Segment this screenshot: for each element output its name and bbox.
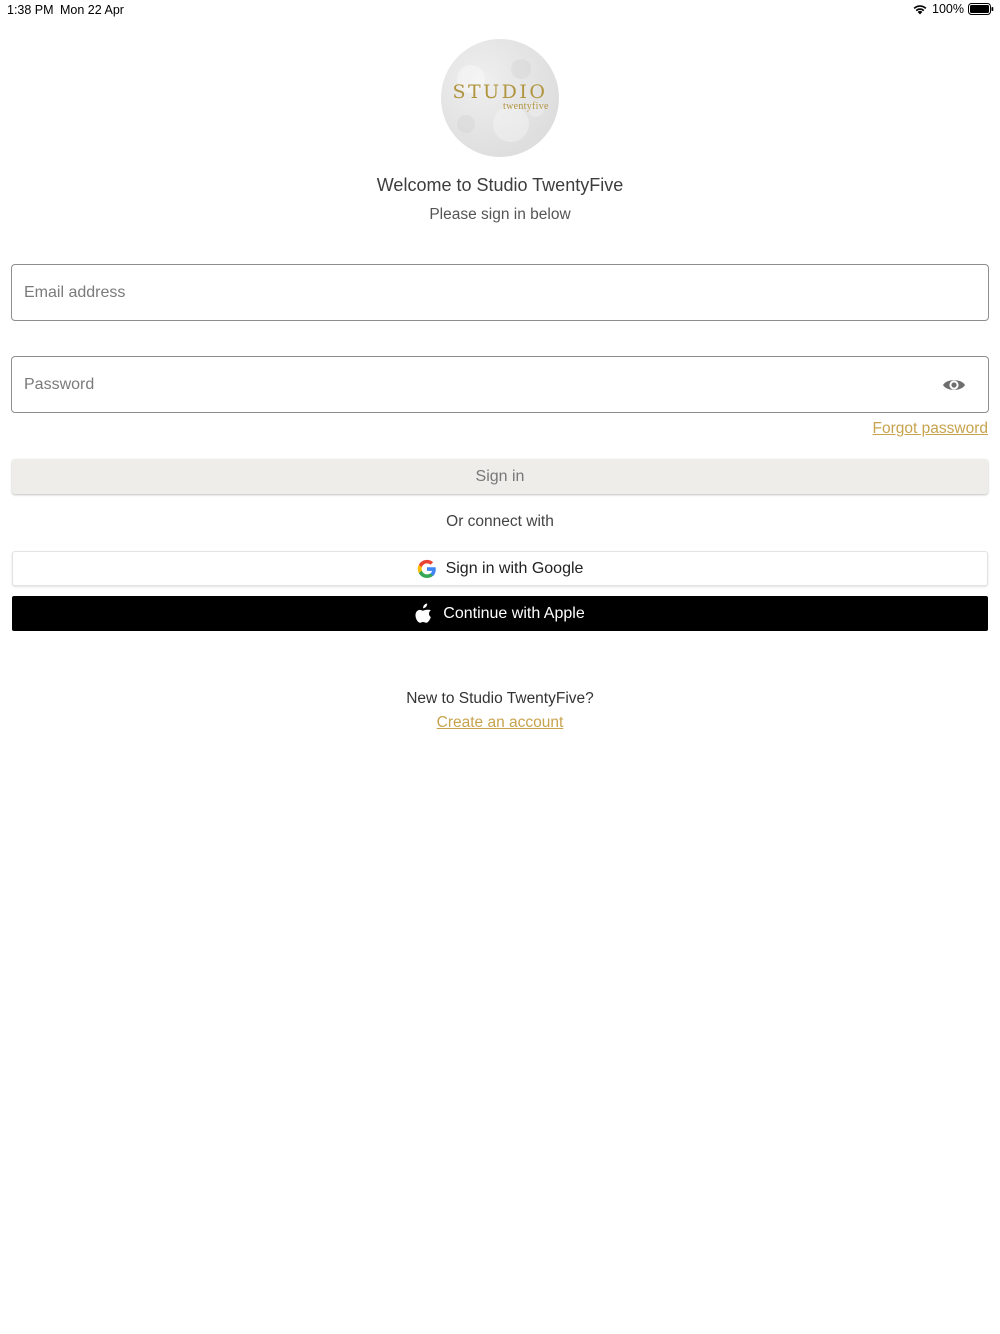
battery-percent: 100% xyxy=(932,2,964,16)
create-account-row: Create an account xyxy=(0,714,1000,732)
status-time: 1:38 PM xyxy=(7,3,54,17)
sign-in-subtitle: Please sign in below xyxy=(429,206,571,223)
google-icon xyxy=(417,559,436,578)
password-field[interactable] xyxy=(11,356,989,413)
status-indicators: 100% xyxy=(912,2,994,16)
google-sign-in-label: Sign in with Google xyxy=(445,559,584,577)
status-bar: 1:38 PM Mon 22 Apr 100% xyxy=(0,0,1000,22)
battery-icon xyxy=(968,3,994,15)
apple-sign-in-button[interactable]: Continue with Apple xyxy=(12,596,988,631)
email-field[interactable] xyxy=(11,264,989,321)
email-input[interactable] xyxy=(24,265,924,320)
welcome-title: Welcome to Studio TwentyFive xyxy=(376,175,624,195)
google-sign-in-button[interactable]: Sign in with Google xyxy=(12,551,988,586)
apple-sign-in-label: Continue with Apple xyxy=(443,604,585,622)
status-date: Mon 22 Apr xyxy=(60,3,124,17)
new-user-prompt: New to Studio TwentyFive? xyxy=(406,690,594,707)
sign-in-screen: 1:38 PM Mon 22 Apr 100% STUDIO twentyfiv… xyxy=(0,0,1000,1334)
show-password-eye-icon[interactable] xyxy=(942,375,966,395)
forgot-password-link[interactable]: Forgot password xyxy=(873,420,988,438)
or-connect-label: Or connect with xyxy=(446,513,554,530)
apple-icon xyxy=(415,603,432,623)
logo-subtitle: twentyfive xyxy=(503,101,549,112)
studio-logo: STUDIO twentyfive xyxy=(441,39,559,157)
password-input[interactable] xyxy=(24,357,924,412)
logo-wordmark: STUDIO xyxy=(452,81,548,103)
wifi-icon xyxy=(913,5,927,15)
create-account-link[interactable]: Create an account xyxy=(437,714,564,731)
sign-in-button[interactable]: Sign in xyxy=(12,459,988,494)
